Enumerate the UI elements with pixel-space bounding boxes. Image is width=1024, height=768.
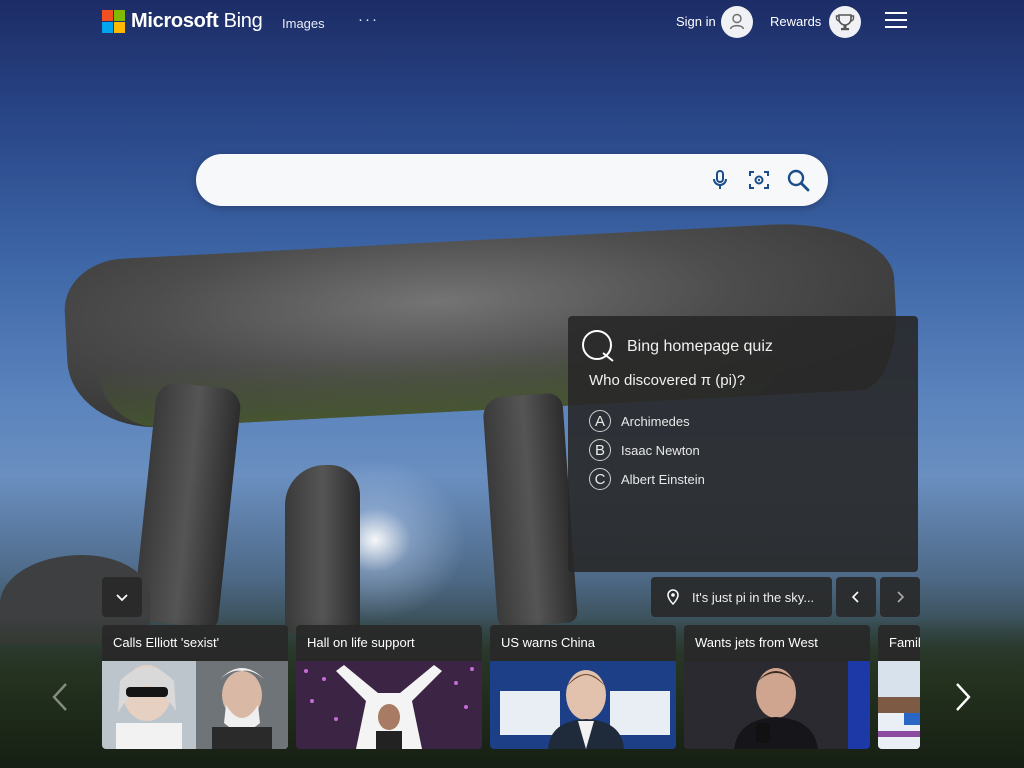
news-image bbox=[684, 661, 870, 749]
user-avatar-icon[interactable] bbox=[721, 6, 753, 38]
news-image bbox=[102, 661, 288, 749]
trophy-icon[interactable] bbox=[829, 6, 861, 38]
homepage-quiz-panel: Bing homepage quiz Who discovered π (pi)… bbox=[568, 316, 918, 572]
option-text: Isaac Newton bbox=[621, 442, 700, 458]
hamburger-menu-icon[interactable] bbox=[885, 12, 907, 32]
quiz-option-c[interactable]: C Albert Einstein bbox=[589, 468, 705, 490]
quiz-logo-icon bbox=[581, 329, 615, 363]
news-card[interactable]: Hall on life support bbox=[296, 625, 482, 749]
sign-in-link[interactable]: Sign in bbox=[676, 14, 716, 29]
news-card[interactable]: US warns China bbox=[490, 625, 676, 749]
next-image-button[interactable] bbox=[880, 577, 920, 617]
visual-search-icon[interactable] bbox=[747, 168, 771, 192]
dolmen-leg bbox=[285, 465, 360, 635]
option-text: Archimedes bbox=[621, 413, 690, 429]
news-image bbox=[490, 661, 676, 749]
option-letter: B bbox=[589, 439, 611, 461]
news-title: Wants jets from West bbox=[695, 635, 818, 650]
news-card[interactable]: Family bbox=[878, 625, 920, 749]
quiz-option-b[interactable]: B Isaac Newton bbox=[589, 439, 700, 461]
collapse-feed-button[interactable] bbox=[102, 577, 142, 617]
image-caption-button[interactable]: It's just pi in the sky... bbox=[651, 577, 832, 617]
rewards-link[interactable]: Rewards bbox=[770, 14, 821, 29]
microphone-icon[interactable] bbox=[708, 168, 732, 192]
nav-images-link[interactable]: Images bbox=[282, 16, 325, 31]
search-input[interactable] bbox=[218, 168, 692, 194]
chevron-left-icon bbox=[851, 591, 859, 603]
microsoft-logo-icon bbox=[102, 10, 125, 33]
quiz-question: Who discovered π (pi)? bbox=[589, 372, 746, 389]
news-title: Hall on life support bbox=[307, 635, 415, 650]
quiz-title[interactable]: Bing homepage quiz bbox=[627, 338, 773, 356]
nav-more-menu[interactable]: ··· bbox=[358, 11, 379, 28]
chevron-down-icon bbox=[116, 594, 128, 602]
carousel-next-button[interactable] bbox=[951, 680, 975, 714]
option-letter: A bbox=[589, 410, 611, 432]
location-pin-icon bbox=[665, 589, 681, 606]
news-image bbox=[296, 661, 482, 749]
search-box[interactable] bbox=[196, 154, 828, 206]
top-header: Microsoft Bing Images ··· Sign in Reward… bbox=[0, 0, 1024, 46]
news-card[interactable]: Wants jets from West bbox=[684, 625, 870, 749]
quiz-option-a[interactable]: A Archimedes bbox=[589, 410, 690, 432]
chevron-left-icon bbox=[52, 683, 67, 711]
image-caption-text: It's just pi in the sky... bbox=[692, 590, 815, 605]
news-card[interactable]: Calls Elliott 'sexist' bbox=[102, 625, 288, 749]
option-text: Albert Einstein bbox=[621, 471, 705, 487]
search-icon[interactable] bbox=[786, 168, 810, 192]
chevron-right-icon bbox=[897, 591, 905, 603]
option-letter: C bbox=[589, 468, 611, 490]
bing-logo[interactable]: Microsoft Bing bbox=[102, 10, 263, 33]
brand-name: Microsoft Bing bbox=[131, 10, 263, 32]
carousel-prev-button[interactable] bbox=[48, 680, 72, 714]
news-title: Calls Elliott 'sexist' bbox=[113, 635, 220, 650]
chevron-right-icon bbox=[956, 683, 971, 711]
previous-image-button[interactable] bbox=[836, 577, 876, 617]
news-title: US warns China bbox=[501, 635, 595, 650]
news-image bbox=[878, 661, 920, 749]
news-title: Family bbox=[889, 635, 920, 650]
dolmen-leg bbox=[482, 392, 578, 628]
